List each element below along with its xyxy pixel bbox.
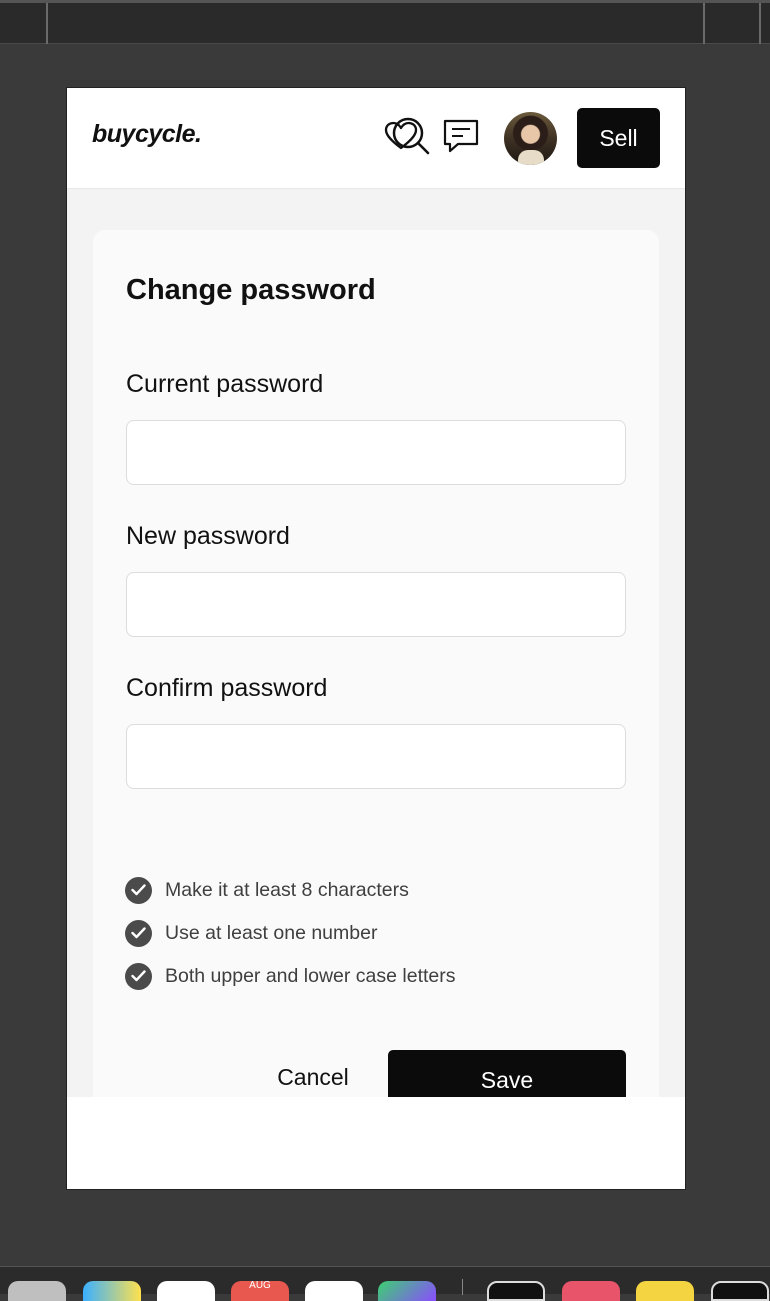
calendar-month: AUG (249, 1280, 271, 1291)
avatar-image (518, 150, 544, 165)
os-dock: AUG (0, 1266, 770, 1301)
dock-app-icon[interactable] (562, 1281, 620, 1301)
cancel-button[interactable]: Cancel (263, 1055, 363, 1099)
password-rule: Both upper and lower case letters (125, 962, 456, 990)
new-password-label: New password (126, 522, 290, 550)
confirm-password-field[interactable] (126, 724, 626, 789)
password-rule: Use at least one number (125, 919, 377, 947)
rule-text: Make it at least 8 characters (165, 878, 409, 901)
top-bar-divider (703, 3, 705, 44)
brand-logo[interactable]: buycycle. (92, 120, 202, 149)
dock-app-icon[interactable] (157, 1281, 215, 1301)
page-content: Change password Current password New pas… (67, 189, 685, 1110)
page-title: Change password (126, 274, 376, 306)
change-password-card: Change password Current password New pas… (93, 230, 659, 1110)
top-bar-divider (759, 3, 761, 44)
current-password-label: Current password (126, 370, 324, 398)
dock-separator (462, 1279, 463, 1295)
sell-button[interactable]: Sell (577, 108, 660, 168)
chat-icon (443, 119, 479, 158)
current-password-field[interactable] (126, 420, 626, 485)
notes-app-icon[interactable] (636, 1281, 694, 1301)
favorites-button[interactable] (381, 118, 421, 158)
terminal-app-icon[interactable] (487, 1281, 545, 1301)
site-header: buycycle. Sell (67, 88, 685, 189)
dock-app-icon[interactable] (378, 1281, 436, 1301)
heart-icon (384, 121, 418, 156)
check-circle-icon (125, 919, 152, 947)
dock-app-icon[interactable] (711, 1281, 769, 1301)
avatar[interactable] (504, 112, 557, 165)
rule-text: Both upper and lower case letters (165, 964, 456, 987)
password-rule: Make it at least 8 characters (125, 876, 409, 904)
rule-text: Use at least one number (165, 921, 378, 944)
calendar-app-icon[interactable]: AUG (231, 1281, 289, 1301)
dock-app-icon[interactable] (83, 1281, 141, 1301)
page-footer-area (67, 1097, 685, 1189)
dock-app-icon[interactable] (305, 1281, 363, 1301)
os-top-bar (0, 0, 770, 44)
check-circle-icon (125, 876, 152, 904)
top-bar-divider (46, 3, 48, 44)
check-circle-icon (125, 962, 152, 990)
new-password-field[interactable] (126, 572, 626, 637)
dock-app-icon[interactable] (8, 1281, 66, 1301)
browser-window: buycycle. Sell Change password Current p… (66, 87, 686, 1190)
confirm-password-label: Confirm password (126, 674, 328, 702)
messages-button[interactable] (441, 118, 481, 158)
